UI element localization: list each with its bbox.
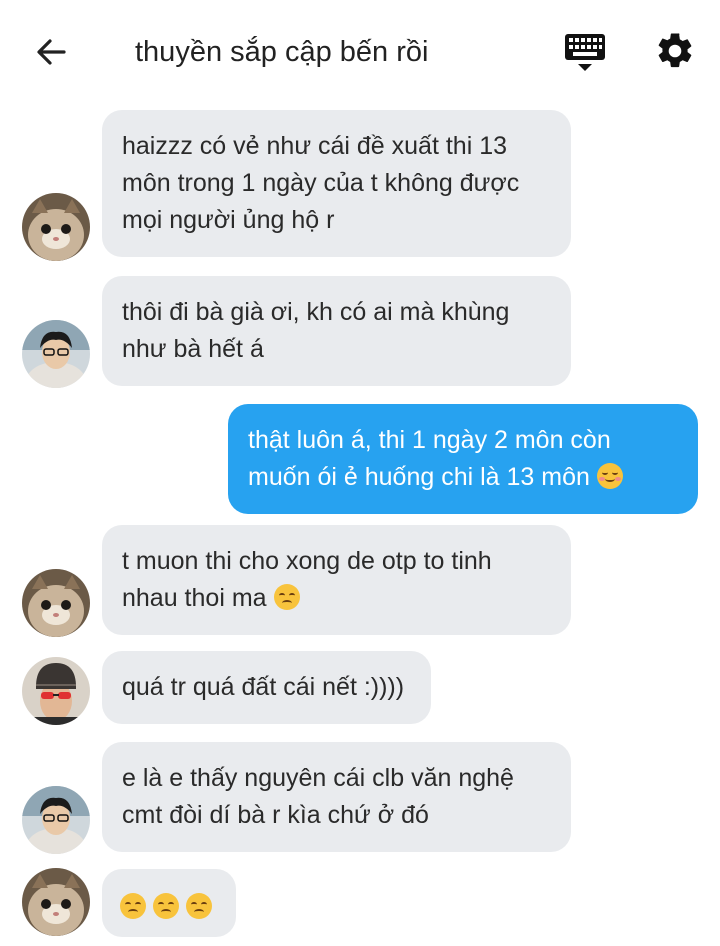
message-bubble-incoming[interactable] <box>102 869 236 937</box>
message-text: mọi người ủng hộ r <box>122 206 335 234</box>
keyboard-icon[interactable] <box>563 30 607 74</box>
message-bubble-incoming[interactable]: t muon thi cho xong de otp to tinh nhau … <box>102 525 571 635</box>
message-bubble-incoming[interactable]: quá tr quá đất cái nết :)))) <box>102 651 431 724</box>
message-text: muốn ói ẻ huống chi là 13 môn <box>248 463 590 491</box>
disappointed-face-emoji <box>120 893 146 919</box>
chat-header: thuyền sắp cập bến rồi <box>0 0 720 100</box>
disappointed-face-emoji <box>152 893 179 919</box>
message-text: nhau thoi ma <box>122 584 267 612</box>
message-text: môn trong 1 ngày của t không được <box>122 169 520 197</box>
disappointed-face-emoji <box>185 893 212 919</box>
message-bubble-incoming[interactable]: haizzz có vẻ như cái đề xuất thi 13 môn … <box>102 110 571 257</box>
message-bubble-incoming[interactable]: e là e thấy nguyên cái clb văn nghệ cmt … <box>102 742 571 852</box>
chat-title: thuyền sắp cập bến rồi <box>135 36 429 68</box>
message-text: như bà hết á <box>122 335 264 363</box>
message-text: e là e thấy nguyên cái clb văn nghệ <box>122 764 514 792</box>
arrow-left-icon[interactable] <box>34 34 70 70</box>
message-text: thôi đi bà già ơi, kh có ai mà khùng <box>122 298 510 326</box>
message-text: thật luôn á, thi 1 ngày 2 môn còn <box>248 426 611 454</box>
message-text: cmt đòi dí bà r kìa chứ ở đó <box>122 801 429 829</box>
gear-icon[interactable] <box>654 30 696 72</box>
glasses-hoodie-avatar[interactable] <box>22 320 90 388</box>
cat-avatar[interactable] <box>22 569 90 637</box>
message-text: quá tr quá đất cái nết :)))) <box>122 673 405 701</box>
disappointed-face-emoji <box>273 584 300 610</box>
cat-avatar[interactable] <box>22 193 90 261</box>
relieved-smile-emoji <box>596 463 623 489</box>
message-bubble-incoming[interactable]: thôi đi bà già ơi, kh có ai mà khùng như… <box>102 276 571 386</box>
message-text: t muon thi cho xong de otp to tinh <box>122 547 492 575</box>
glasses-hoodie-avatar[interactable] <box>22 786 90 854</box>
message-bubble-outgoing[interactable]: thật luôn á, thi 1 ngày 2 môn còn muốn ó… <box>228 404 698 514</box>
sunglasses-beanie-avatar[interactable] <box>22 657 90 725</box>
message-text: haizzz có vẻ như cái đề xuất thi 13 <box>122 132 508 160</box>
cat-avatar[interactable] <box>22 868 90 936</box>
